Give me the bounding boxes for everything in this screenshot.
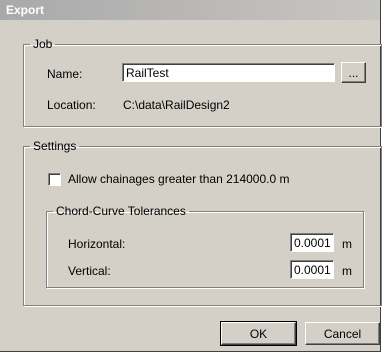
allow-chainages-checkbox[interactable] <box>48 173 61 186</box>
job-group: Job <box>23 37 382 127</box>
dialog-title: Export <box>6 3 45 17</box>
vertical-tolerance-input[interactable]: 0.0001 <box>290 260 334 279</box>
name-label: Name: <box>47 67 83 81</box>
vertical-label: Vertical: <box>68 264 111 278</box>
allow-chainages-label[interactable]: Allow chainages greater than 214000.0 m <box>68 172 289 186</box>
cancel-button[interactable]: Cancel <box>305 322 380 345</box>
browse-button[interactable]: ... <box>341 62 366 83</box>
horizontal-unit: m <box>342 237 352 251</box>
horizontal-tolerance-input[interactable]: 0.0001 <box>290 233 334 252</box>
settings-group-label: Settings <box>33 139 77 153</box>
location-value: C:\data\RailDesign2 <box>123 98 230 112</box>
job-group-label: Job <box>33 37 53 51</box>
location-label: Location: <box>47 98 96 112</box>
export-dialog: Export Job Name: RailTest ... Location: … <box>0 0 382 352</box>
vertical-unit: m <box>342 264 352 278</box>
title-bar[interactable]: Export <box>0 0 380 20</box>
tolerances-group-label: Chord-Curve Tolerances <box>56 204 186 218</box>
horizontal-label: Horizontal: <box>68 237 126 251</box>
name-input[interactable]: RailTest <box>122 63 335 82</box>
ok-button[interactable]: OK <box>220 321 297 346</box>
